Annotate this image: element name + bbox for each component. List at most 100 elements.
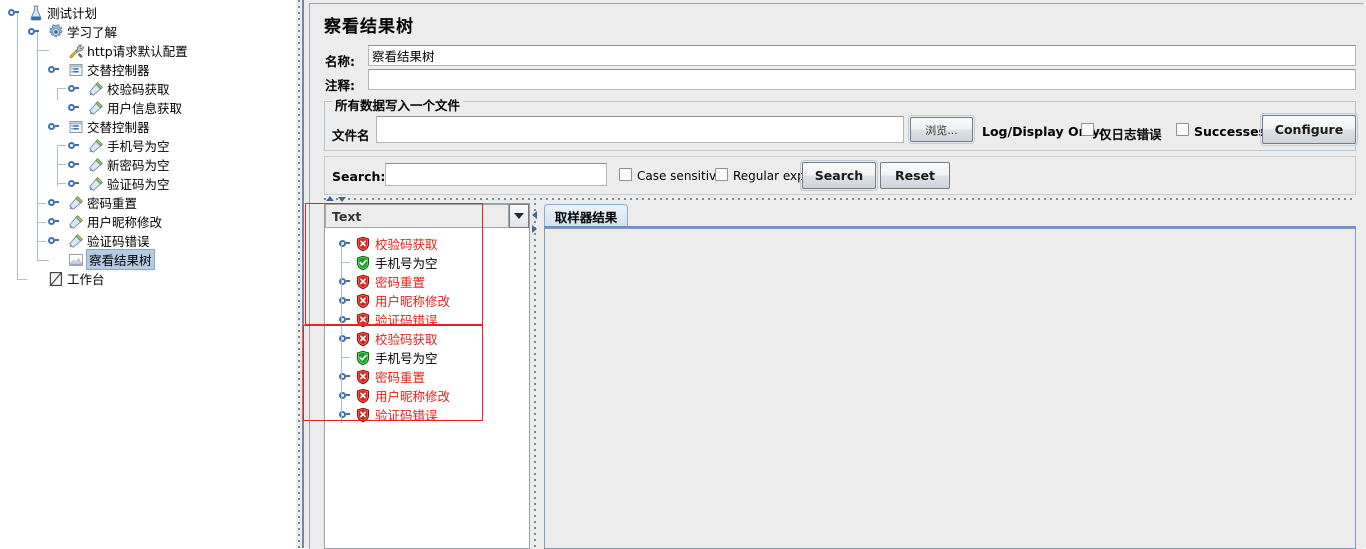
- comment-label: 注释:: [325, 78, 355, 93]
- http-request-icon: [88, 138, 104, 154]
- gear-icon: [48, 23, 64, 40]
- tree-node[interactable]: 学习了解: [28, 22, 118, 41]
- reset-button[interactable]: Reset: [880, 162, 950, 189]
- tree-guide-line: [57, 164, 66, 165]
- result-tree-guide-line: [341, 243, 342, 423]
- tree-node-label: 校验码获取: [107, 82, 170, 97]
- regular-exp-label: Regular exp.: [733, 169, 809, 183]
- http-request-icon: [88, 81, 104, 97]
- tree-expand-handle[interactable]: [68, 180, 79, 187]
- results-tree-container[interactable]: Text 校验码获取 手机号为空 密码重置 用户昵称修改 验证码错误 校验码获取 手机号为空…: [324, 203, 530, 549]
- successes-checkbox[interactable]: [1176, 123, 1189, 136]
- tree-node-label: 交替控制器: [87, 63, 150, 78]
- browse-button[interactable]: 浏览...: [908, 115, 975, 144]
- view-results-tree-icon: [68, 252, 84, 268]
- main-split-divider[interactable]: [296, 0, 304, 548]
- comment-input[interactable]: [368, 69, 1356, 90]
- tree-expand-handle[interactable]: [48, 237, 59, 244]
- tree-node[interactable]: 验证码错误: [48, 231, 150, 250]
- result-row[interactable]: 验证码错误: [339, 405, 438, 424]
- tree-guide-line: [37, 241, 46, 242]
- tree-expand-handle[interactable]: [68, 142, 79, 149]
- tree-node[interactable]: 密码重置: [48, 193, 138, 212]
- element-config-panel: 察看结果树 名称: 察看结果树 注释: 所有数据写入一个文件 文件名 浏览...…: [304, 0, 1366, 549]
- tree-node-label: 学习了解: [67, 25, 118, 40]
- search-input[interactable]: [385, 163, 607, 186]
- tree-expand-handle[interactable]: [8, 9, 19, 16]
- tree-guide-line: [37, 203, 46, 204]
- tree-node[interactable]: 交替控制器: [48, 117, 150, 136]
- split-left-arrow[interactable]: [532, 211, 537, 219]
- result-row-label: 验证码错误: [375, 408, 438, 423]
- result-row[interactable]: 密码重置: [339, 367, 426, 386]
- status-fail-icon: [355, 388, 371, 404]
- tree-guide-line: [37, 260, 49, 261]
- split-right-arrow[interactable]: [532, 225, 537, 233]
- hsplit-grip-dots: [324, 198, 1356, 200]
- tree-node[interactable]: 察看结果树: [68, 249, 155, 270]
- file-output-group-title: 所有数据写入一个文件: [332, 95, 464, 114]
- result-row-label: 校验码获取: [375, 237, 438, 252]
- tree-node[interactable]: 测试计划: [8, 3, 97, 22]
- tree-guide-line: [57, 183, 66, 184]
- tree-node[interactable]: http请求默认配置: [68, 41, 188, 60]
- result-row[interactable]: 用户昵称修改: [339, 386, 450, 405]
- tree-guide-line: [57, 145, 58, 186]
- tree-expand-handle[interactable]: [48, 66, 59, 73]
- sampler-result-content[interactable]: [544, 228, 1356, 549]
- result-row[interactable]: 手机号为空: [341, 348, 438, 367]
- status-pass-icon: [355, 255, 371, 271]
- configure-button[interactable]: Configure: [1260, 113, 1358, 146]
- case-sensitive-checkbox[interactable]: [619, 168, 632, 181]
- result-row[interactable]: 用户昵称修改: [339, 291, 450, 310]
- collapse-down-arrow[interactable]: [338, 197, 346, 202]
- tree-node-label: 验证码错误: [87, 234, 150, 249]
- tree-node[interactable]: 新密码为空: [68, 155, 170, 174]
- errors-only-checkbox[interactable]: [1081, 123, 1094, 136]
- chevron-down-icon: [514, 213, 524, 219]
- result-row[interactable]: 密码重置: [339, 272, 425, 291]
- result-guide-line: [341, 262, 350, 263]
- results-filter-combo[interactable]: Text: [325, 204, 509, 228]
- combo-dropdown-arrow[interactable]: [509, 204, 529, 228]
- tree-expand-handle[interactable]: [68, 85, 79, 92]
- tree-expand-handle[interactable]: [48, 123, 59, 130]
- tree-node[interactable]: 用户昵称修改: [48, 212, 162, 231]
- tree-node-label: 密码重置: [87, 196, 138, 211]
- tree-node[interactable]: 验证码为空: [68, 174, 170, 193]
- tree-guide-line: [57, 88, 58, 100]
- test-plan-tree[interactable]: 测试计划 学习了解 http请求默认配置 交替控制器 校验码获取 用户信息获取 交替控制器手…: [0, 0, 296, 548]
- tree-node[interactable]: 校验码获取: [68, 79, 170, 98]
- jmeter-window: 测试计划 学习了解 http请求默认配置 交替控制器 校验码获取 用户信息获取 交替控制器手…: [0, 0, 1366, 549]
- status-fail-icon: [355, 293, 371, 309]
- status-fail-icon: [355, 407, 371, 423]
- tree-node[interactable]: 手机号为空: [68, 136, 170, 155]
- tree-node[interactable]: 用户信息获取: [68, 98, 182, 117]
- tab-sampler-result[interactable]: 取样器结果: [544, 204, 628, 227]
- tree-node[interactable]: 交替控制器: [48, 60, 150, 79]
- result-row[interactable]: 手机号为空: [341, 253, 438, 272]
- results-inner-split-divider[interactable]: [530, 203, 541, 549]
- result-row[interactable]: 校验码获取: [339, 329, 438, 348]
- name-input[interactable]: 察看结果树: [368, 45, 1356, 66]
- search-button[interactable]: Search: [800, 160, 878, 191]
- tree-node[interactable]: 工作台: [48, 269, 105, 288]
- collapse-up-arrow[interactable]: [326, 196, 334, 201]
- page-title: 察看结果树: [324, 17, 414, 37]
- status-fail-icon: [355, 274, 371, 290]
- split-grip-dots: [298, 0, 300, 548]
- result-row[interactable]: 校验码获取: [339, 234, 438, 253]
- tree-expand-handle[interactable]: [48, 199, 59, 206]
- regular-exp-checkbox[interactable]: [715, 168, 728, 181]
- tree-expand-handle[interactable]: [28, 28, 39, 35]
- http-request-icon: [68, 195, 84, 211]
- results-split-divider[interactable]: [324, 195, 1356, 202]
- result-row[interactable]: 验证码错误: [339, 310, 438, 329]
- inner-split-grip-dots: [534, 203, 536, 549]
- tree-expand-handle[interactable]: [68, 104, 79, 111]
- result-row-label: 密码重置: [375, 370, 426, 385]
- tree-expand-handle[interactable]: [68, 161, 79, 168]
- tree-expand-handle[interactable]: [48, 218, 59, 225]
- http-request-icon: [88, 176, 104, 192]
- filename-input[interactable]: [376, 116, 904, 143]
